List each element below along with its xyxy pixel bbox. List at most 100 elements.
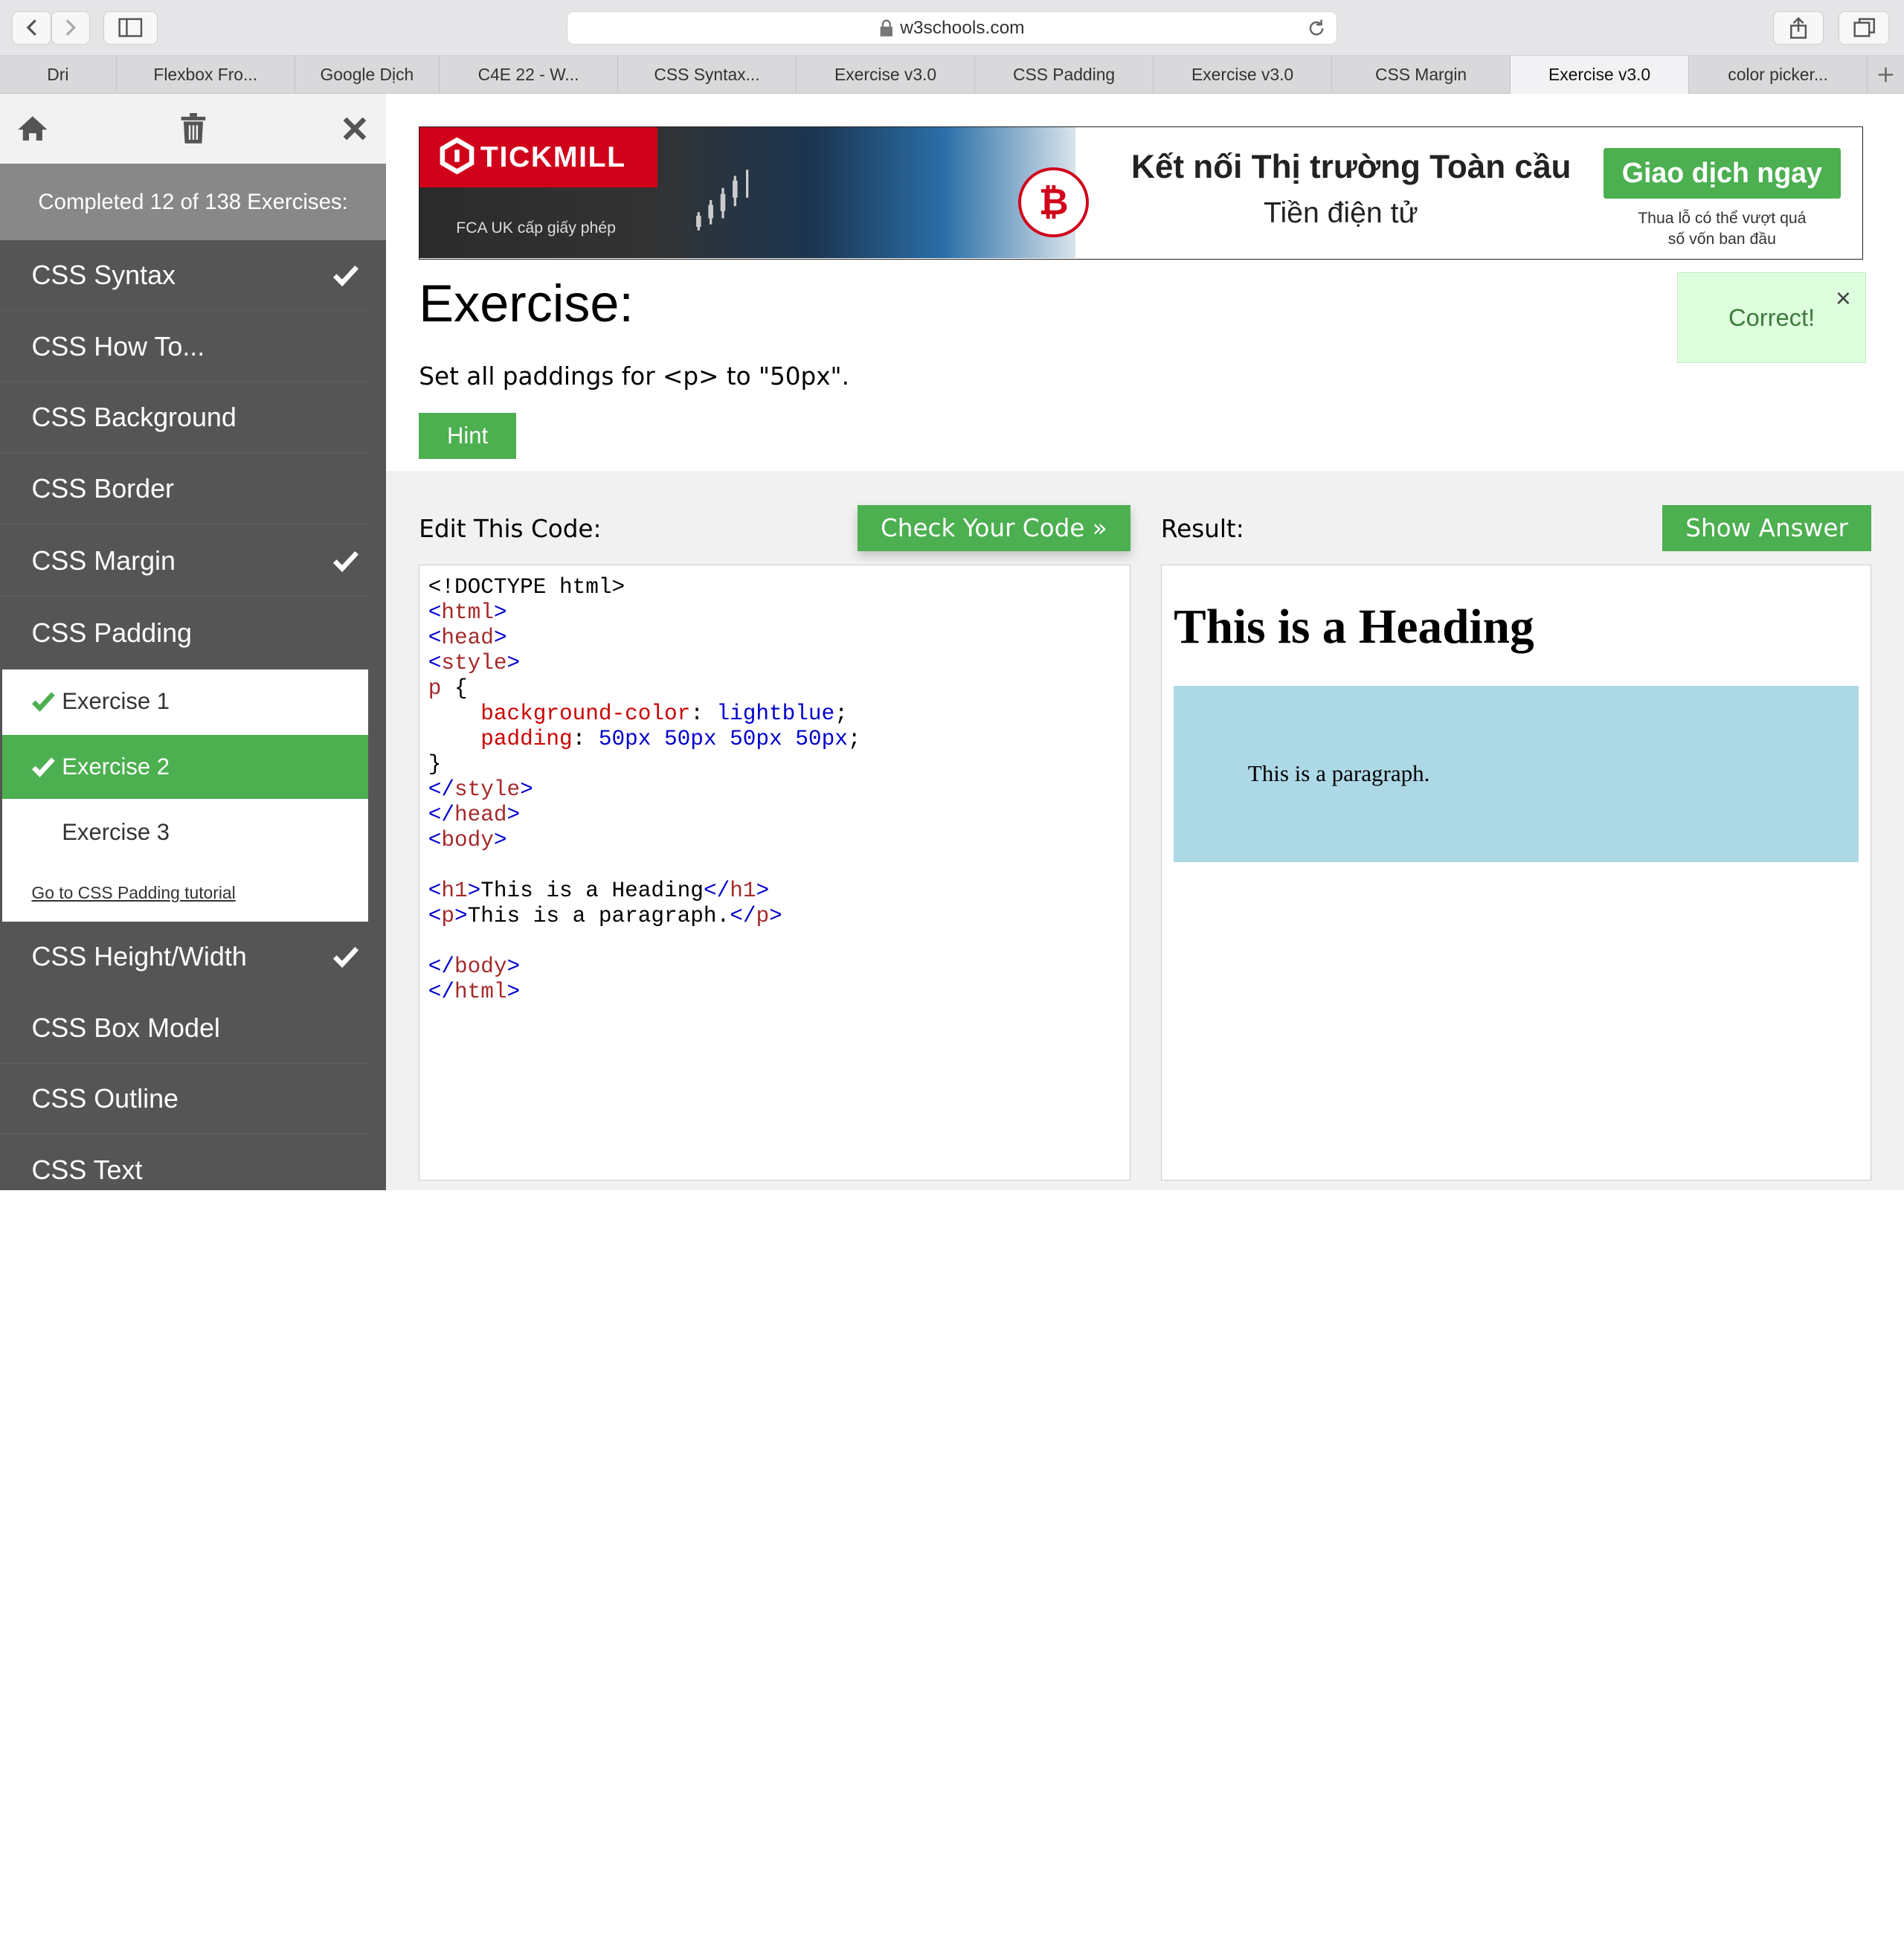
ad-warning-line: số vốn ban đầu xyxy=(1667,230,1776,248)
browser-tab[interactable]: CSS Margin xyxy=(1332,56,1511,94)
code-property: background-color xyxy=(480,701,691,727)
browser-tab[interactable]: color picker... xyxy=(1689,56,1868,94)
sidebar-item-css-box-model[interactable]: CSS Box Model xyxy=(0,994,370,1064)
ad-brand-logo: TICKMILL xyxy=(419,126,658,188)
code-selector: p xyxy=(428,676,442,701)
result-paragraph: This is a paragraph. xyxy=(1174,685,1859,862)
sidebar-item-css-syntax[interactable]: CSS Syntax xyxy=(0,240,370,311)
page-title: Exercise: xyxy=(419,274,634,333)
ad-subheadline: Tiền điện tử xyxy=(1264,197,1418,230)
sidebar-item-css-background[interactable]: CSS Background xyxy=(0,382,370,453)
tabs-overview-button[interactable] xyxy=(1838,10,1890,45)
sidebar-item-css-height-width[interactable]: CSS Height/Width xyxy=(0,922,370,992)
code-text: This is a Heading xyxy=(480,878,704,903)
sidebar-toggle-button[interactable] xyxy=(103,10,158,45)
sidebar-item-label: CSS Text xyxy=(31,1154,143,1186)
ad-warning-line: Thua lỗ có thể vượt quá xyxy=(1638,210,1807,228)
tabs-icon xyxy=(1853,18,1875,38)
show-answer-button[interactable]: Show Answer xyxy=(1662,505,1871,552)
browser-tab[interactable]: Exercise v3.0 xyxy=(1154,56,1333,94)
plus-icon xyxy=(1878,67,1894,83)
browser-tab[interactable]: Google Dịch xyxy=(295,56,440,94)
exercise-sidebar: Completed 12 of 138 Exercises: CSS Synta… xyxy=(0,93,387,1191)
submenu-item-label: Exercise 2 xyxy=(62,754,170,780)
ad-license-text: FCA UK cấp giấy phép xyxy=(456,219,616,237)
tab-bar: Dri Flexbox Fro... Google Dịch C4E 22 - … xyxy=(0,56,1904,94)
check-code-button[interactable]: Check Your Code » xyxy=(857,505,1131,552)
sidebar-item-css-margin[interactable]: CSS Margin xyxy=(0,526,370,597)
sidebar-item-label: CSS Height/Width xyxy=(31,941,247,972)
sidebar-item-css-text[interactable]: CSS Text xyxy=(0,1136,369,1190)
hint-button[interactable]: Hint xyxy=(419,413,516,460)
submenu-item-exercise-2[interactable]: Exercise 2 xyxy=(2,734,368,800)
checkmark-icon xyxy=(333,946,359,969)
completed-counter: Completed 12 of 138 Exercises: xyxy=(0,164,387,241)
trash-icon[interactable] xyxy=(175,111,211,147)
browser-tab[interactable]: C4E 22 - W... xyxy=(440,56,619,94)
ad-warning: Thua lỗ có thể vượt quá số vốn ban đầu xyxy=(1604,208,1840,250)
url-text: w3schools.com xyxy=(900,17,1025,38)
browser-tab[interactable]: Dri xyxy=(0,56,117,94)
browser-tab[interactable]: Exercise v3.0 xyxy=(797,56,976,94)
sidebar-toolbar xyxy=(0,93,387,164)
bitcoin-icon: ₿ xyxy=(1018,167,1089,238)
candlestick-graphic xyxy=(696,169,749,231)
share-button[interactable] xyxy=(1772,10,1824,45)
sidebar-item-label: CSS Box Model xyxy=(31,1012,220,1044)
sidebar-item-label: CSS Background xyxy=(31,402,237,433)
sidebar-item-css-padding[interactable]: CSS Padding xyxy=(0,597,369,668)
submenu-item-label: Exercise 3 xyxy=(62,819,170,846)
tutorial-link[interactable]: Go to CSS Padding tutorial xyxy=(31,883,235,903)
code-property: padding xyxy=(480,726,573,751)
tab-label: Exercise v3.0 xyxy=(1191,64,1294,84)
ad-banner[interactable]: TICKMILL FCA UK cấp giấy phép ₿ Kết nối … xyxy=(419,126,1863,260)
checkmark-icon xyxy=(32,757,56,777)
exercise-submenu: Exercise 1 Exercise 2 Exercise 3 Go to C… xyxy=(2,669,368,922)
tickmill-logo-icon xyxy=(440,138,475,175)
browser-tab[interactable]: Flexbox Fro... xyxy=(117,56,295,94)
new-tab-button[interactable] xyxy=(1868,56,1904,94)
sidebar-item-css-how-to[interactable]: CSS How To... xyxy=(0,312,370,383)
reload-icon[interactable] xyxy=(1307,19,1326,38)
tab-label: Exercise v3.0 xyxy=(1548,64,1651,84)
ad-brand-text: TICKMILL xyxy=(480,141,626,173)
submenu-item-label: Exercise 1 xyxy=(62,687,170,714)
home-icon[interactable] xyxy=(15,111,51,147)
tab-label: CSS Margin xyxy=(1374,64,1467,84)
checkmark-icon xyxy=(32,692,56,712)
result-frame: This is a Heading This is a paragraph. xyxy=(1160,565,1871,1181)
tab-label: CSS Padding xyxy=(1012,64,1116,84)
sidebar-item-css-outline[interactable]: CSS Outline xyxy=(0,1064,370,1134)
ad-cta-button[interactable]: Giao dịch ngay xyxy=(1604,147,1841,199)
submenu-item-exercise-1[interactable]: Exercise 1 xyxy=(2,669,367,734)
sidebar-item-css-border[interactable]: CSS Border xyxy=(0,455,370,525)
close-icon[interactable]: × xyxy=(1836,283,1851,314)
ad-image: TICKMILL FCA UK cấp giấy phép xyxy=(419,126,1075,259)
tab-label: Google Dịch xyxy=(320,64,414,84)
lock-icon xyxy=(881,19,893,36)
checkmark-icon xyxy=(333,265,359,287)
tab-label: color picker... xyxy=(1728,64,1828,84)
browser-tab-active[interactable]: Exercise v3.0 xyxy=(1511,56,1690,94)
result-heading: This is a Heading xyxy=(1174,600,1534,654)
sidebar-item-label: CSS Padding xyxy=(31,617,193,648)
address-bar[interactable]: w3schools.com xyxy=(567,10,1337,45)
browser-tab[interactable]: CSS Padding xyxy=(975,56,1154,94)
result-paragraph-text: This is a paragraph. xyxy=(1247,760,1430,787)
back-button[interactable] xyxy=(12,10,51,45)
chevron-left-icon xyxy=(26,19,36,36)
close-icon[interactable] xyxy=(336,111,373,147)
code-editor[interactable]: <!DOCTYPE html> <html> <head> <style> p … xyxy=(419,565,1131,1181)
forward-button[interactable] xyxy=(51,10,90,45)
sidebar-item-label: CSS Margin xyxy=(31,545,176,576)
checkmark-icon xyxy=(333,550,359,572)
sidebar-item-label: CSS How To... xyxy=(31,331,205,362)
code-text: This is a paragraph. xyxy=(467,903,730,928)
share-icon xyxy=(1789,16,1807,39)
sidebar-icon xyxy=(118,18,143,38)
browser-toolbar: w3schools.com xyxy=(0,0,1904,57)
browser-tab[interactable]: CSS Syntax... xyxy=(618,56,797,94)
submenu-item-exercise-3[interactable]: Exercise 3 xyxy=(2,800,367,865)
tab-label: Flexbox Fro... xyxy=(153,64,258,84)
result-label: Result: xyxy=(1160,515,1244,544)
